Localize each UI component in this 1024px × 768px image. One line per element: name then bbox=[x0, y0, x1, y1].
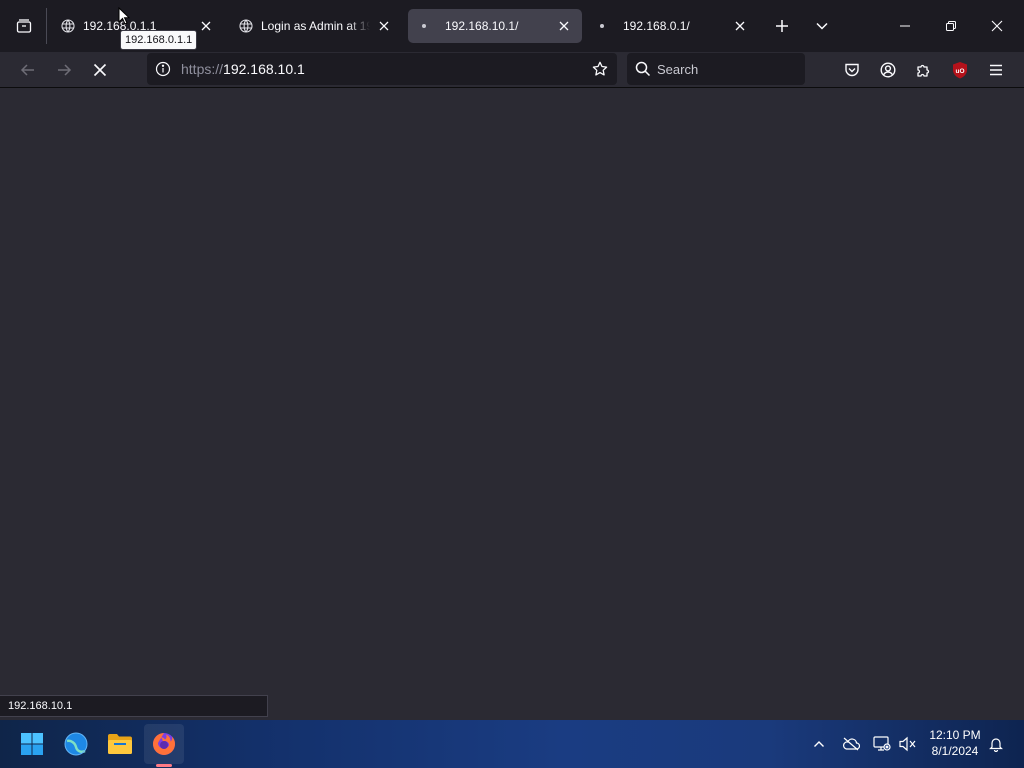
forward-button[interactable] bbox=[48, 54, 80, 86]
active-app-indicator bbox=[156, 764, 172, 767]
search-icon bbox=[635, 61, 651, 77]
stop-icon bbox=[93, 63, 107, 77]
arrow-right-icon bbox=[56, 62, 72, 78]
onedrive-tray-button[interactable] bbox=[839, 732, 863, 756]
file-explorer-taskbar-button[interactable] bbox=[100, 724, 140, 764]
arrow-left-icon bbox=[20, 62, 36, 78]
system-clock[interactable]: 12:10 PM 8/1/2024 bbox=[920, 727, 990, 759]
chevron-up-icon bbox=[813, 738, 825, 750]
start-button[interactable] bbox=[12, 724, 52, 764]
hamburger-menu-icon bbox=[988, 62, 1004, 78]
minimize-icon bbox=[899, 20, 911, 32]
network-disconnected-icon bbox=[873, 736, 891, 752]
minimize-button[interactable] bbox=[882, 8, 928, 44]
stop-loading-button[interactable] bbox=[84, 54, 116, 86]
loading-dot-icon bbox=[416, 18, 432, 34]
speaker-muted-icon bbox=[899, 736, 917, 752]
firefox-taskbar-button[interactable] bbox=[144, 724, 184, 764]
network-tray-button[interactable] bbox=[870, 732, 894, 756]
volume-tray-button[interactable] bbox=[896, 732, 920, 756]
search-bar[interactable]: Search bbox=[627, 53, 805, 85]
globe-icon bbox=[60, 18, 76, 34]
tab-2[interactable]: Login as Admin at 192.168.0.1 bbox=[230, 9, 402, 43]
tab-close-icon[interactable] bbox=[554, 16, 574, 36]
site-info-icon[interactable] bbox=[147, 53, 179, 85]
close-icon bbox=[991, 20, 1003, 32]
tab-tooltip: 192.168.0.1.1 bbox=[120, 30, 198, 50]
show-hidden-icons-button[interactable] bbox=[807, 732, 831, 756]
pocket-button[interactable] bbox=[836, 54, 868, 86]
account-button[interactable] bbox=[872, 54, 904, 86]
extensions-button[interactable] bbox=[908, 54, 940, 86]
tab-separator bbox=[46, 8, 47, 44]
mouse-pointer-icon bbox=[118, 7, 130, 25]
pocket-icon bbox=[844, 62, 860, 78]
list-all-tabs-button[interactable] bbox=[808, 12, 836, 40]
navigation-toolbar: https://192.168.10.1 Search uO bbox=[0, 52, 1024, 88]
edge-browser-taskbar-button[interactable] bbox=[56, 724, 96, 764]
tab-close-icon[interactable] bbox=[730, 16, 750, 36]
ublock-origin-icon: uO bbox=[951, 61, 969, 79]
tab-4[interactable]: 192.168.0.1/ bbox=[586, 9, 758, 43]
chevron-down-icon bbox=[815, 19, 829, 33]
tab-overview-button[interactable] bbox=[8, 10, 40, 42]
ublock-origin-button[interactable]: uO bbox=[944, 54, 976, 86]
tab-close-icon[interactable] bbox=[196, 16, 216, 36]
tab-close-icon[interactable] bbox=[374, 16, 394, 36]
url-bar[interactable]: https://192.168.10.1 bbox=[147, 53, 617, 85]
globe-app-icon bbox=[63, 731, 89, 757]
cloud-off-icon bbox=[842, 737, 860, 751]
bell-icon bbox=[988, 736, 1004, 752]
clock-date: 8/1/2024 bbox=[931, 744, 979, 758]
page-content bbox=[0, 89, 1024, 720]
firefox-icon bbox=[151, 731, 177, 757]
plus-icon bbox=[775, 19, 789, 33]
close-window-button[interactable] bbox=[974, 8, 1020, 44]
app-menu-button[interactable] bbox=[980, 54, 1012, 86]
tab-title: 192.168.0.1/ bbox=[623, 19, 690, 33]
tab-title: Login as Admin at 192.168.0.1 bbox=[261, 19, 370, 33]
folder-icon bbox=[107, 733, 133, 755]
url-scheme: https:// bbox=[181, 61, 224, 77]
globe-icon bbox=[238, 18, 254, 34]
windows-logo-icon bbox=[20, 732, 44, 756]
loading-dot-icon bbox=[594, 18, 610, 34]
back-button[interactable] bbox=[12, 54, 44, 86]
bookmark-star-icon[interactable] bbox=[589, 58, 611, 80]
new-tab-button[interactable] bbox=[768, 12, 796, 40]
notifications-button[interactable] bbox=[984, 732, 1008, 756]
folder-tab-icon bbox=[16, 18, 32, 34]
status-panel: 192.168.10.1 bbox=[0, 695, 268, 717]
account-icon bbox=[880, 62, 896, 78]
tab-title: 192.168.10.1/ bbox=[445, 19, 519, 33]
url-host: 192.168.10.1 bbox=[223, 61, 305, 77]
url-text[interactable]: https://192.168.10.1 bbox=[181, 61, 305, 77]
puzzle-icon bbox=[916, 62, 932, 78]
search-placeholder: Search bbox=[657, 61, 699, 77]
windows-taskbar: 12:10 PM 8/1/2024 bbox=[0, 720, 1024, 768]
svg-text:uO: uO bbox=[955, 68, 964, 75]
tab-3-active[interactable]: 192.168.10.1/ bbox=[408, 9, 582, 43]
restore-button[interactable] bbox=[928, 8, 974, 44]
clock-time: 12:10 PM bbox=[929, 728, 981, 742]
restore-icon bbox=[945, 20, 957, 32]
